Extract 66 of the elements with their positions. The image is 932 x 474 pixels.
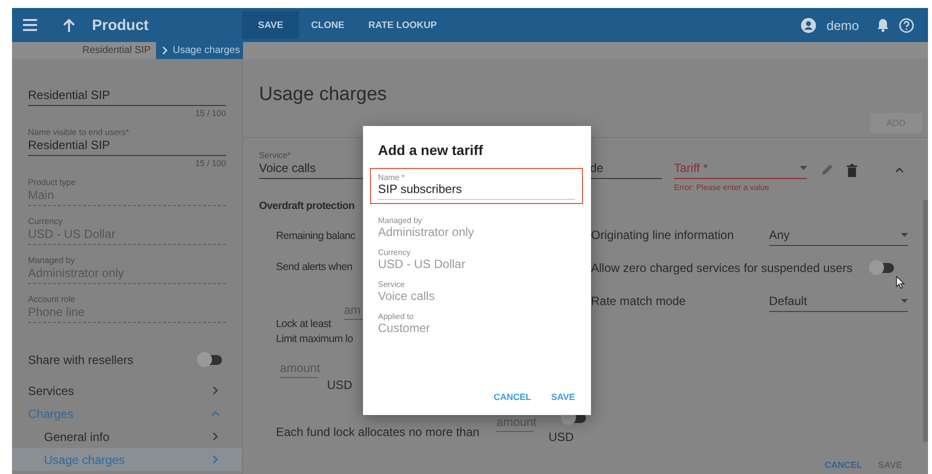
help-icon[interactable]	[899, 18, 914, 32]
chevron-up-icon[interactable]	[895, 167, 904, 173]
nav-item[interactable]: General info	[12, 425, 242, 448]
field-label: Currency	[28, 216, 64, 226]
field-label: Account role	[28, 294, 76, 304]
up-arrow-icon[interactable]	[63, 18, 75, 32]
section-title: Usage charges	[258, 83, 388, 107]
user-name[interactable]: demo	[826, 18, 859, 32]
option-label: Originating line information	[591, 228, 735, 242]
currency-label: USD	[327, 378, 354, 392]
field-label: Limit maximum lo	[275, 333, 353, 345]
field-label: Service	[378, 280, 406, 289]
page-title: Product	[92, 16, 150, 34]
field-label: Name visible to end users*	[28, 127, 130, 137]
chevron-icon	[211, 455, 220, 464]
bell-icon[interactable]	[877, 18, 889, 32]
chevron-icon	[211, 432, 220, 441]
field-label: Remaining balanc	[275, 230, 356, 242]
readonly-field: Administrator only	[378, 225, 583, 239]
dialog-button[interactable]: SAVE	[543, 388, 583, 406]
toolbar-button[interactable]: RATE LOOKUP	[356, 11, 449, 39]
caret-icon	[901, 298, 908, 302]
select-field[interactable]: Default	[769, 290, 908, 312]
field-label: Managed by	[378, 216, 424, 225]
toolbar-button[interactable]: SAVE	[242, 11, 300, 39]
field-label: Currency	[378, 248, 412, 257]
breadcrumb-link[interactable]: Residential SIP	[77, 45, 156, 56]
toolbar-button[interactable]: CLONE	[299, 11, 356, 39]
trash-icon[interactable]	[847, 164, 857, 177]
text-field[interactable]: Residential SIP	[28, 87, 226, 106]
tariff-select[interactable]: Tariff *	[674, 161, 807, 179]
field-label: Product type	[28, 177, 77, 187]
dialog-button[interactable]: CANCEL	[486, 388, 540, 406]
nav-item[interactable]: Services	[28, 379, 226, 402]
menu-icon[interactable]	[23, 19, 37, 31]
section-heading: Overdraft protection	[259, 200, 355, 212]
dialog-title: Add a new tariff	[377, 142, 484, 158]
caret-icon	[901, 232, 908, 236]
readonly-field: Voice calls	[378, 289, 583, 303]
field-label: Lock at least	[275, 318, 332, 330]
option-label: Allow zero charged services for suspended users	[591, 260, 852, 274]
select-field[interactable]: Any	[769, 224, 908, 246]
cursor-icon	[896, 276, 905, 289]
chevron-icon	[211, 409, 220, 418]
toggle-label: Share with resellers	[28, 353, 134, 367]
currency-label: USD	[548, 430, 574, 444]
field-label: Each fund lock allocates no more than	[275, 425, 480, 439]
option-label: Rate match mode	[591, 294, 687, 308]
toggle-switch[interactable]	[200, 355, 222, 365]
breadcrumb-tab[interactable]: Usage charges	[156, 42, 243, 59]
scrollbar[interactable]	[923, 200, 928, 442]
name-field[interactable]: Name * SIP subscribers	[370, 168, 583, 204]
toggle-switch[interactable]	[872, 262, 894, 272]
field-label: Managed by	[28, 255, 76, 265]
chevron-icon	[211, 386, 220, 395]
character-counter: 15 / 100	[195, 158, 226, 168]
error-message: Error: Please enter a value	[674, 183, 770, 192]
field-label: Applied to	[378, 312, 415, 321]
readonly-field: Customer	[378, 321, 583, 335]
chevron-icon	[162, 46, 168, 55]
text-field[interactable]: Residential SIP	[28, 137, 226, 156]
account-icon[interactable]	[801, 18, 816, 32]
readonly-field: USD - US Dollar	[378, 257, 583, 271]
caret-icon	[800, 166, 807, 170]
field-label: Send alerts when	[275, 261, 352, 273]
character-counter: 15 / 100	[195, 108, 226, 118]
